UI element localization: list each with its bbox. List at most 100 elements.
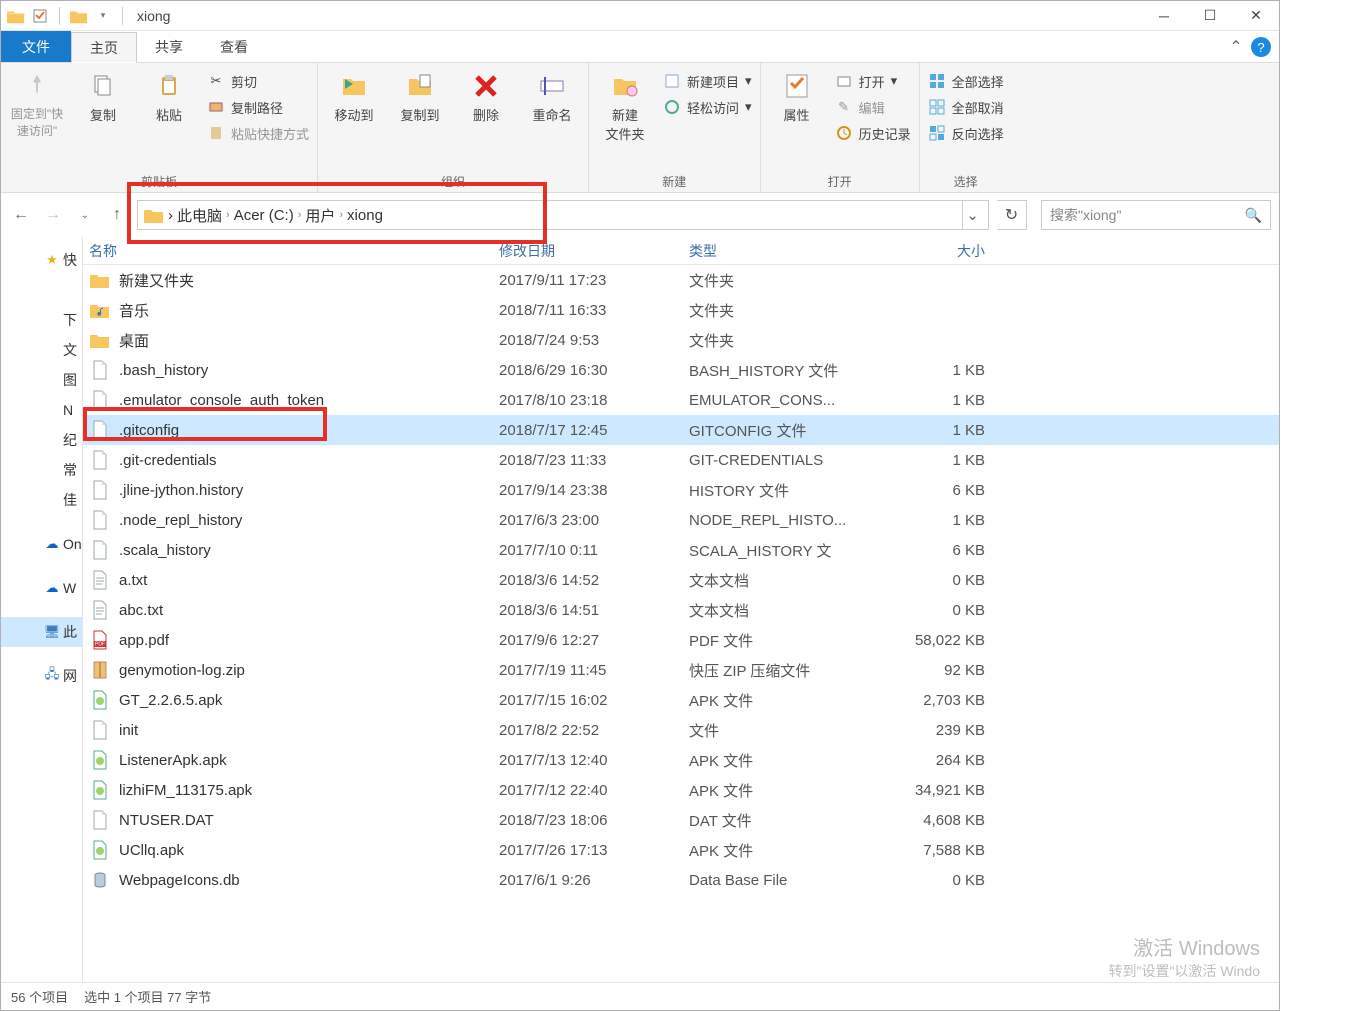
cut-button[interactable]: ✂剪切: [207, 69, 309, 93]
crumb-users[interactable]: 用户›: [305, 205, 343, 226]
file-date: 2018/3/6 14:52: [499, 572, 689, 589]
file-date: 2017/7/10 0:11: [499, 542, 689, 559]
sidebar-quick-access[interactable]: ★快: [1, 245, 82, 275]
file-row[interactable]: a.txt2018/3/6 14:52文本文档0 KB: [83, 565, 1279, 595]
sidebar-this-pc[interactable]: 🖥此: [1, 617, 82, 647]
select-none-button[interactable]: 全部取消: [928, 95, 1004, 119]
sidebar-item[interactable]: 佳: [1, 485, 82, 515]
new-folder-icon: [608, 69, 642, 103]
collapse-ribbon-icon[interactable]: ⌃: [1227, 38, 1245, 56]
file-tab[interactable]: 文件: [1, 31, 71, 62]
properties-button[interactable]: 属性: [769, 69, 825, 124]
qat-dropdown-icon[interactable]: ▾: [94, 7, 112, 25]
chevron-right-icon[interactable]: ›: [168, 207, 173, 224]
organize-group: 移动到 复制到 删除 重命名 组织: [318, 63, 589, 192]
sidebar-item[interactable]: 图: [1, 365, 82, 395]
header-name[interactable]: 名称: [89, 241, 499, 261]
move-to-button[interactable]: 移动到: [326, 69, 382, 124]
file-size: 2,703 KB: [889, 692, 999, 709]
file-row[interactable]: .git-credentials2018/7/23 11:33GIT-CREDE…: [83, 445, 1279, 475]
file-row[interactable]: .scala_history2017/7/10 0:11SCALA_HISTOR…: [83, 535, 1279, 565]
file-row[interactable]: abc.txt2018/3/6 14:51文本文档0 KB: [83, 595, 1279, 625]
navigation-pane[interactable]: ★快 ​ 下 文 图 N 纪 常 佳 ☁On ☁W 🖥此 🖧网: [1, 237, 83, 982]
new-item-button[interactable]: 新建项目 ▾: [663, 69, 752, 93]
sidebar-item[interactable]: 下: [1, 305, 82, 335]
file-row[interactable]: 新建又件夹2017/9/11 17:23文件夹: [83, 265, 1279, 295]
history-button[interactable]: 历史记录: [835, 121, 911, 145]
file-row[interactable]: lizhiFM_113175.apk2017/7/12 22:40APK 文件3…: [83, 775, 1279, 805]
file-row[interactable]: .emulator_console_auth_token2017/8/10 23…: [83, 385, 1279, 415]
view-tab[interactable]: 查看: [202, 31, 267, 62]
forward-button[interactable]: →: [41, 203, 65, 227]
copy-button[interactable]: 复制: [75, 69, 131, 124]
file-row[interactable]: genymotion-log.zip2017/7/19 11:45快压 ZIP …: [83, 655, 1279, 685]
file-row[interactable]: NTUSER.DAT2018/7/23 18:06DAT 文件4,608 KB: [83, 805, 1279, 835]
sidebar-onedrive-on[interactable]: ☁On: [1, 529, 82, 559]
file-row[interactable]: 音乐2018/7/11 16:33文件夹: [83, 295, 1279, 325]
sidebar-item[interactable]: 纪: [1, 425, 82, 455]
refresh-button[interactable]: ↻: [997, 200, 1027, 230]
crumb-drive[interactable]: Acer (C:)›: [234, 207, 302, 224]
paste-shortcut-button[interactable]: 粘贴快捷方式: [207, 121, 309, 145]
qat-properties-icon[interactable]: [31, 7, 49, 25]
open-button[interactable]: 打开 ▾: [835, 69, 911, 93]
rename-button[interactable]: 重命名: [524, 69, 580, 124]
column-headers[interactable]: 名称 修改日期 类型 大小: [83, 237, 1279, 265]
sidebar-onedrive-w[interactable]: ☁W: [1, 573, 82, 603]
sidebar-item[interactable]: 文: [1, 335, 82, 365]
select-all-button[interactable]: 全部选择: [928, 69, 1004, 93]
file-type: APK 文件: [689, 840, 889, 861]
sidebar-network[interactable]: 🖧网: [1, 661, 82, 691]
file-row[interactable]: .node_repl_history2017/6/3 23:00NODE_REP…: [83, 505, 1279, 535]
address-bar[interactable]: › 此电脑› Acer (C:)› 用户› xiong ⌄: [137, 200, 989, 230]
close-button[interactable]: ✕: [1233, 1, 1279, 31]
header-type[interactable]: 类型: [689, 241, 889, 261]
copy-to-button[interactable]: 复制到: [392, 69, 448, 124]
minimize-button[interactable]: ─: [1141, 1, 1187, 31]
file-row[interactable]: .jline-jython.history2017/9/14 23:38HIST…: [83, 475, 1279, 505]
home-tab[interactable]: 主页: [71, 32, 137, 63]
help-icon[interactable]: ?: [1251, 37, 1271, 57]
paste-button[interactable]: 粘贴: [141, 69, 197, 124]
file-row[interactable]: init2017/8/2 22:52文件239 KB: [83, 715, 1279, 745]
header-date[interactable]: 修改日期: [499, 241, 689, 261]
edit-button[interactable]: ✎编辑: [835, 95, 911, 119]
file-size: 1 KB: [889, 452, 999, 469]
header-size[interactable]: 大小: [889, 241, 999, 261]
qat-folder-icon[interactable]: [70, 7, 88, 25]
file-row[interactable]: 桌面2018/7/24 9:53文件夹: [83, 325, 1279, 355]
up-button[interactable]: ↑: [105, 203, 129, 227]
file-row[interactable]: WebpageIcons.db2017/6/1 9:26Data Base Fi…: [83, 865, 1279, 895]
file-row[interactable]: .gitconfig2018/7/17 12:45GITCONFIG 文件1 K…: [83, 415, 1279, 445]
pin-quick-access-button[interactable]: 固定到"快 速访问": [9, 69, 65, 139]
file-row[interactable]: .bash_history2018/6/29 16:30BASH_HISTORY…: [83, 355, 1279, 385]
copy-path-button[interactable]: 复制路径: [207, 95, 309, 119]
file-row[interactable]: ListenerApk.apk2017/7/13 12:40APK 文件264 …: [83, 745, 1279, 775]
file-list[interactable]: 新建又件夹2017/9/11 17:23文件夹音乐2018/7/11 16:33…: [83, 265, 1279, 982]
search-input[interactable]: 搜索"xiong" 🔍: [1041, 200, 1271, 230]
file-row[interactable]: UCllq.apk2017/7/26 17:13APK 文件7,588 KB: [83, 835, 1279, 865]
easy-access-button[interactable]: 轻松访问 ▾: [663, 95, 752, 119]
file-icon: [89, 419, 111, 441]
sidebar-item[interactable]: N: [1, 395, 82, 425]
sidebar-item[interactable]: ​: [1, 275, 82, 305]
delete-button[interactable]: 删除: [458, 69, 514, 124]
clipboard-group-label: 剪贴板: [141, 171, 177, 190]
crumb-this-pc[interactable]: 此电脑›: [177, 205, 230, 226]
file-row[interactable]: GT_2.2.6.5.apk2017/7/15 16:02APK 文件2,703…: [83, 685, 1279, 715]
new-item-icon: [663, 72, 681, 90]
file-date: 2017/9/6 12:27: [499, 632, 689, 649]
file-size: 239 KB: [889, 722, 999, 739]
maximize-button[interactable]: ☐: [1187, 1, 1233, 31]
new-folder-button[interactable]: 新建 文件夹: [597, 69, 653, 143]
file-row[interactable]: PDFapp.pdf2017/9/6 12:27PDF 文件58,022 KB: [83, 625, 1279, 655]
sidebar-item[interactable]: 常: [1, 455, 82, 485]
back-button[interactable]: ←: [9, 203, 33, 227]
recent-dropdown[interactable]: ⌄: [73, 203, 97, 227]
share-tab[interactable]: 共享: [137, 31, 202, 62]
file-date: 2018/7/17 12:45: [499, 422, 689, 439]
file-icon: [89, 509, 111, 531]
invert-selection-button[interactable]: 反向选择: [928, 121, 1004, 145]
address-dropdown-icon[interactable]: ⌄: [962, 201, 982, 229]
crumb-xiong[interactable]: xiong: [347, 207, 383, 224]
